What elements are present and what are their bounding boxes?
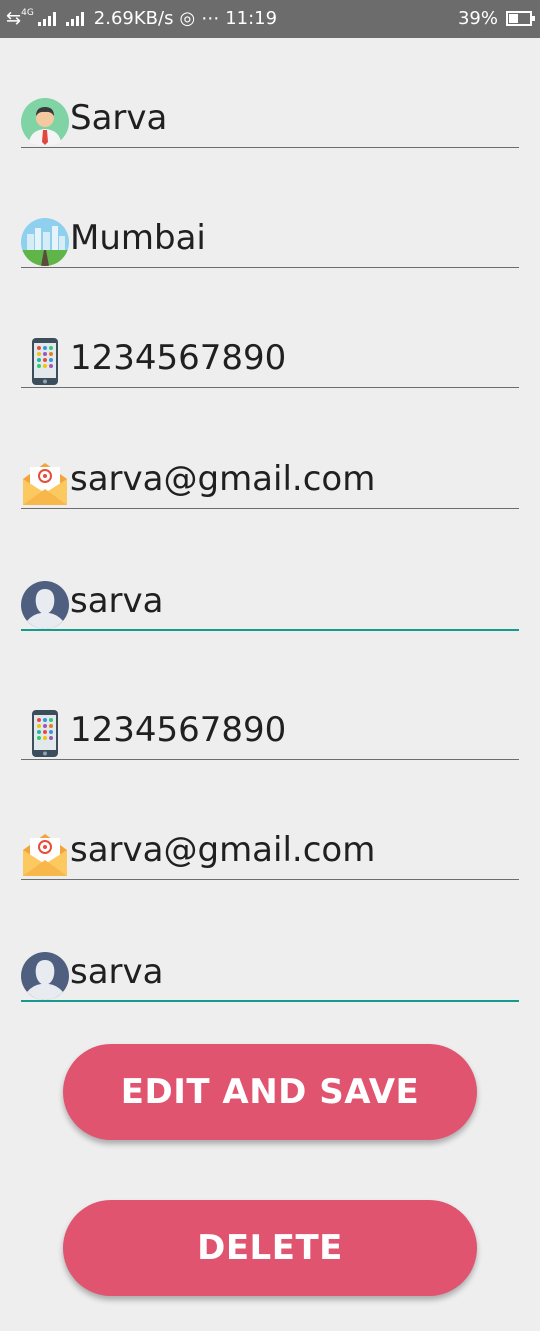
email-envelope-icon [23,463,67,505]
username-value-2: sarva [70,952,164,992]
name-value: Sarva [70,98,168,138]
signal-strength-2-icon [65,11,88,26]
signal-strength-icon [37,11,60,26]
email-field-2[interactable]: sarva@gmail.com [21,820,519,880]
delete-button[interactable]: DELETE [63,1200,477,1296]
city-landscape-icon [21,218,69,266]
phone-value-2: 1234567890 [70,710,287,750]
email-field[interactable]: sarva@gmail.com [21,449,519,509]
businessman-avatar-icon [21,98,69,146]
battery-percent: 39% [457,8,498,29]
wifi-hotspot-icon: ◎ [179,8,196,29]
username-field[interactable]: sarva [21,571,519,631]
battery-level-fill [509,14,518,23]
edit-and-save-button[interactable]: EDIT AND SAVE [63,1044,477,1140]
email-envelope-icon [23,834,67,876]
phone-field[interactable]: 1234567890 [21,328,519,388]
network-speed: 2.69KB/s [93,8,174,29]
name-field[interactable]: Sarva [21,88,519,148]
phone-field-2[interactable]: 1234567890 [21,700,519,760]
more-notifications-icon: ⋯ [201,8,220,29]
phone-value: 1234567890 [70,338,287,378]
smartphone-icon [32,338,58,385]
user-silhouette-icon [21,581,69,629]
clock: 11:19 [225,8,278,29]
user-silhouette-icon [21,952,69,1000]
data-transfer-icon: ⇆ [6,8,22,29]
city-value: Mumbai [70,218,206,258]
status-bar-right: 39% [457,8,535,29]
username-value: sarva [70,581,164,621]
status-bar: ⇆ 4G 2.69KB/s ◎ ⋯ 11:19 39% [0,0,540,38]
city-field[interactable]: Mumbai [21,208,519,268]
network-type-label: 4G [21,7,34,18]
smartphone-icon [32,710,58,757]
battery-icon [506,11,535,26]
email-value: sarva@gmail.com [70,459,376,499]
email-value-2: sarva@gmail.com [70,830,376,870]
username-field-2[interactable]: sarva [21,942,519,1002]
status-bar-left: ⇆ 4G 2.69KB/s ◎ ⋯ 11:19 [6,7,278,30]
